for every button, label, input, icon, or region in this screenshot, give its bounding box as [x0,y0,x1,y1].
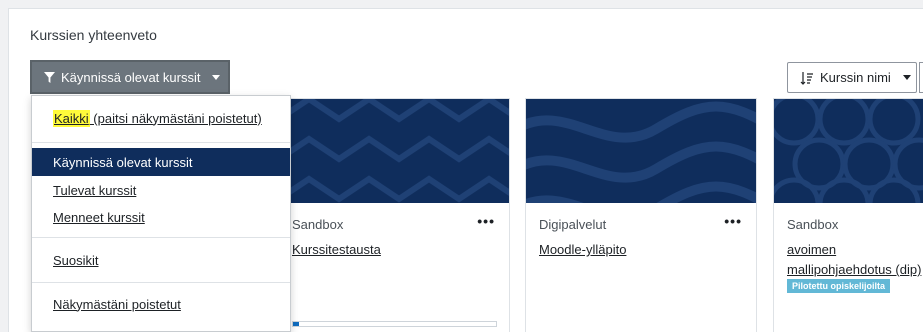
menu-item-past[interactable]: Menneet kurssit [32,203,290,231]
menu-item-favourites[interactable]: Suosikit [32,246,290,274]
chevron-down-icon [212,74,221,80]
menu-divider [32,282,290,283]
course-category: Sandbox [292,217,344,232]
filter-dropdown-button[interactable]: Käynnissä olevat kurssit [30,60,230,94]
more-options-icon[interactable]: ••• [477,213,495,229]
progress-bar [292,321,497,327]
menu-item-hidden[interactable]: Näkymästäni poistetut [32,290,290,318]
menu-item-future[interactable]: Tulevat kurssit [32,176,290,204]
course-name-link[interactable]: Kurssitestausta [292,240,507,260]
more-options-icon[interactable]: ••• [724,213,742,229]
menu-item-all[interactable]: Kaikki (paitsi näkymästäni poistetut) [32,104,290,132]
status-badge: Pilotettu opiskelijoilta [787,279,891,293]
course-card[interactable]: Sandbox avoimen mallipohjaehdotus (dip) … [773,98,923,332]
course-image [279,99,509,203]
menu-item-in-progress[interactable]: Käynnissä olevat kurssit [32,148,290,176]
menu-divider [32,142,290,143]
sort-dropdown-button[interactable]: Kurssin nimi [787,62,917,93]
filter-icon [44,71,55,83]
page-title: Kurssien yhteenveto [30,27,157,43]
course-card[interactable]: Digipalvelut ••• Moodle-ylläpito [525,98,757,332]
course-name-link[interactable]: avoimen mallipohjaehdotus (dip) [787,240,923,280]
course-image [774,99,923,203]
filter-dropdown-label: Käynnissä olevat kurssit [61,69,201,85]
view-toggle-button[interactable] [919,62,923,93]
menu-divider [32,237,290,238]
course-name-link[interactable]: Moodle-ylläpito [539,240,754,260]
course-image [526,99,756,203]
sort-icon [800,71,813,85]
highlighted-text: Kaikki [53,109,90,127]
course-card[interactable]: Sandbox ••• Kurssitestausta [278,98,510,332]
course-category: Digipalvelut [539,217,607,232]
sort-dropdown-label: Kurssin nimi [820,70,891,85]
chevron-down-icon [902,75,911,80]
filter-dropdown-menu: Kaikki (paitsi näkymästäni poistetut) Kä… [31,95,291,332]
course-category: Sandbox [787,217,839,232]
